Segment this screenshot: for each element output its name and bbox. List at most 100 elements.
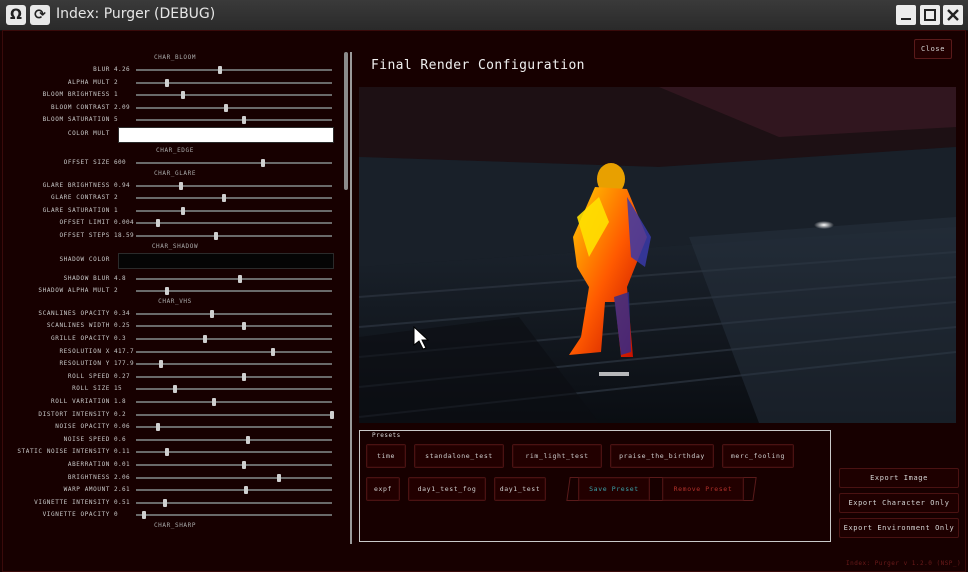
slider-track[interactable] (136, 347, 332, 356)
preset-button[interactable]: day1_test_fog (408, 477, 486, 501)
slider-handle[interactable] (141, 511, 146, 520)
preset-button[interactable]: time (366, 444, 406, 468)
slider-track[interactable] (136, 448, 332, 457)
slider-handle[interactable] (202, 335, 207, 343)
export-environment-button[interactable]: Export Environment Only (839, 518, 959, 538)
slider-handle[interactable] (237, 274, 242, 283)
render-viewport[interactable] (359, 87, 956, 423)
maximize-button[interactable] (920, 5, 940, 25)
preset-button[interactable]: praise_the_birthday (610, 444, 714, 468)
preset-button[interactable]: rim_light_test (512, 444, 602, 468)
slider-track[interactable] (136, 511, 332, 520)
slider-value: 2.06 (114, 473, 131, 481)
preset-button[interactable]: day1_test (494, 477, 546, 501)
slider-handle[interactable] (271, 347, 276, 356)
color-swatch[interactable] (118, 127, 334, 143)
omega-icon[interactable]: Ω (6, 5, 26, 25)
slider-label: GLARE SATURATION (42, 206, 110, 214)
slider-handle[interactable] (173, 385, 178, 394)
slider-handle[interactable] (212, 398, 217, 406)
preset-button[interactable]: merc_fooling (722, 444, 794, 468)
slider-track[interactable] (136, 78, 332, 87)
slider-track[interactable] (136, 309, 332, 318)
slider-handle[interactable] (277, 473, 282, 482)
slider-track[interactable] (136, 423, 332, 432)
minimize-button[interactable] (896, 5, 916, 25)
slider-handle[interactable] (245, 435, 250, 444)
slider-handle[interactable] (155, 219, 160, 228)
slider-track[interactable] (136, 322, 332, 331)
panel-divider[interactable] (350, 52, 352, 544)
slider-track[interactable] (136, 461, 332, 469)
slider-handle[interactable] (165, 287, 170, 296)
slider-handle[interactable] (155, 423, 160, 432)
slider-label: ROLL SIZE (72, 385, 110, 393)
slider-track[interactable] (136, 360, 332, 369)
slider-track[interactable] (136, 372, 332, 381)
slider-handle[interactable] (241, 116, 246, 125)
slider-track[interactable] (136, 385, 332, 394)
slider-row: SCANLINES OPACITY 0.34 (6, 308, 344, 320)
export-image-button[interactable]: Export Image (839, 468, 959, 488)
slider-handle[interactable] (241, 372, 246, 381)
slider-track[interactable] (136, 66, 332, 74)
close-window-button[interactable] (943, 5, 963, 25)
slider-track[interactable] (136, 232, 332, 240)
slider-label: GRILLE OPACITY (51, 335, 110, 342)
slider-handle[interactable] (243, 486, 248, 495)
slider-handle[interactable] (165, 448, 170, 457)
slider-handle[interactable] (165, 78, 170, 87)
slider-track[interactable] (136, 410, 334, 419)
slider-handle[interactable] (163, 498, 168, 507)
slider-value: 0.06 (114, 423, 131, 431)
slider-label: OFFSET LIMIT (59, 219, 110, 227)
slider-handle[interactable] (159, 360, 164, 369)
slider-value: 177.9 (114, 360, 135, 368)
slider-handle[interactable] (224, 103, 229, 112)
section-title: CHAR_BLOOM (153, 54, 197, 61)
slider-track[interactable] (136, 116, 332, 125)
slider-handle[interactable] (210, 309, 215, 318)
remove-preset-button[interactable]: Remove Preset (662, 477, 744, 501)
slider-track[interactable] (136, 335, 332, 343)
slider-track[interactable] (136, 91, 332, 100)
slider-track[interactable] (136, 287, 332, 296)
slider-track[interactable] (136, 435, 332, 444)
slider-track[interactable] (136, 473, 332, 482)
slider-handle[interactable] (241, 461, 246, 469)
slider-track[interactable] (136, 103, 332, 112)
slider-track[interactable] (136, 181, 332, 190)
refresh-icon[interactable]: ⟳ (30, 5, 50, 25)
slider-handle[interactable] (179, 181, 184, 190)
close-button[interactable]: Close (914, 39, 952, 59)
slider-label: ROLL VARIATION (51, 398, 110, 405)
slider-handle[interactable] (261, 159, 266, 167)
slider-handle[interactable] (214, 232, 219, 240)
slider-track[interactable] (136, 194, 332, 203)
slider-track[interactable] (136, 219, 332, 228)
slider-row: SCANLINES WIDTH 0.25 (6, 320, 344, 332)
export-character-button[interactable]: Export Character Only (839, 493, 959, 513)
slider-handle[interactable] (181, 206, 186, 215)
color-swatch[interactable] (118, 252, 334, 269)
slider-track[interactable] (136, 274, 332, 283)
slider-handle[interactable] (181, 91, 186, 100)
slider-value: 2 (114, 78, 119, 86)
slider-handle[interactable] (330, 410, 334, 419)
slider-track[interactable] (136, 206, 332, 215)
slider-label: SHADOW BLUR (63, 274, 110, 282)
slider-handle[interactable] (222, 194, 227, 203)
save-preset-button[interactable]: Save Preset (578, 477, 650, 501)
slider-track[interactable] (136, 398, 332, 406)
render-title: Final Render Configuration (371, 58, 585, 73)
slider-track[interactable] (136, 159, 332, 167)
slider-value: 0.27 (114, 372, 131, 380)
slider-track[interactable] (136, 486, 332, 495)
slider-value: 18.59 (114, 232, 135, 239)
slider-handle[interactable] (241, 322, 246, 331)
preset-button[interactable]: standalone_test (414, 444, 504, 468)
preset-button[interactable]: expf (366, 477, 400, 501)
slider-track[interactable] (136, 498, 332, 507)
settings-scrollbar[interactable] (344, 52, 348, 190)
slider-handle[interactable] (218, 66, 223, 74)
